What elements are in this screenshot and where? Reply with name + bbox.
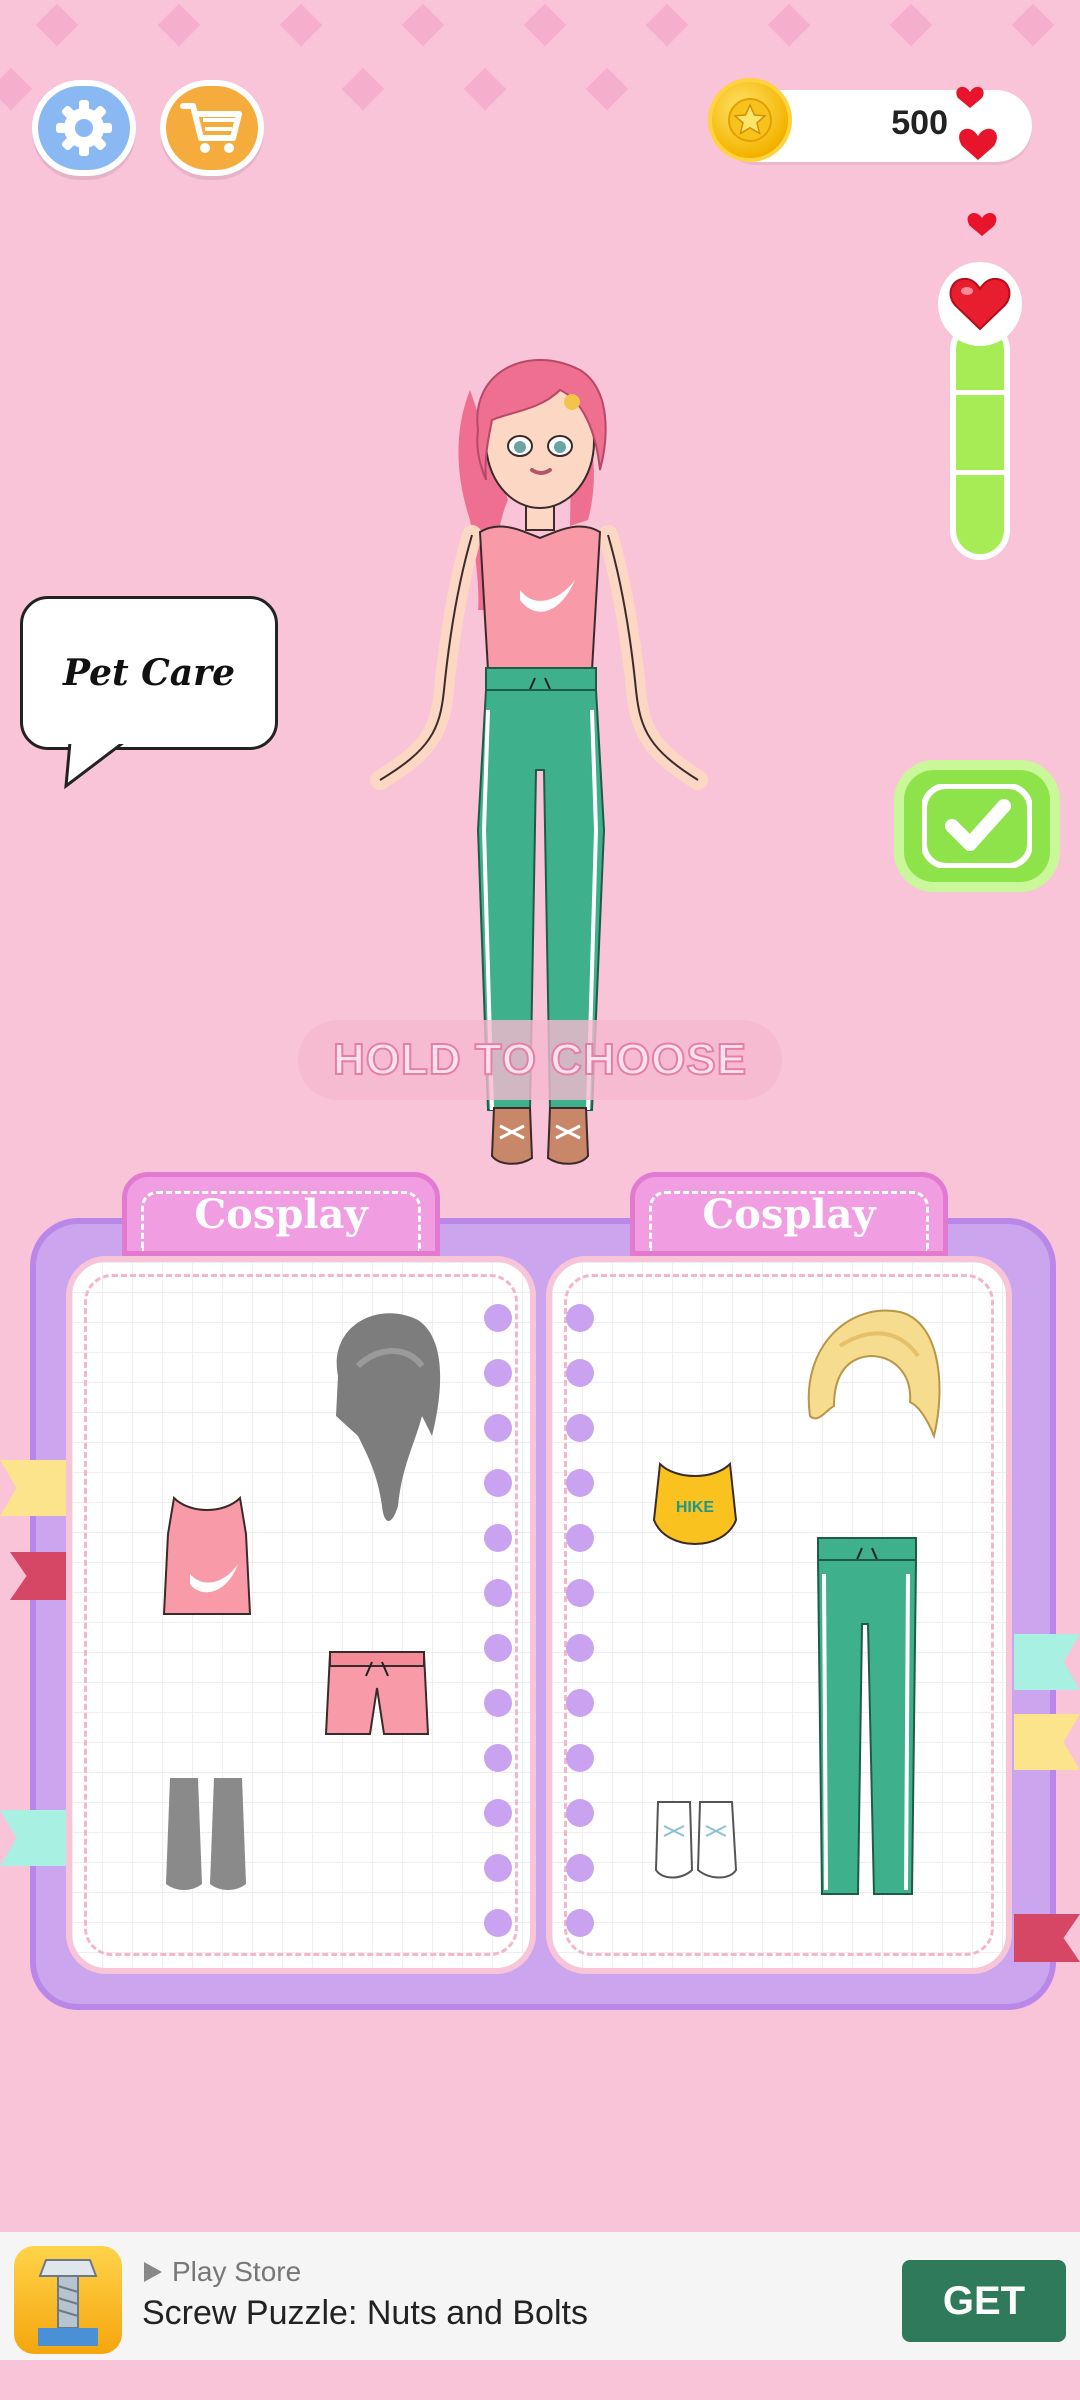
item-white-sneakers[interactable] [652, 1796, 740, 1882]
floating-hearts [956, 86, 997, 236]
cart-icon [180, 103, 242, 153]
wardrobe-page-left [66, 1256, 536, 1974]
checkmark-icon [922, 784, 1032, 868]
binder-rings-left [484, 1304, 514, 1964]
bottom-strip [0, 2360, 1080, 2400]
gear-icon [56, 100, 112, 156]
bookmark-flag [1014, 1634, 1080, 1690]
bookmark-flag [0, 1460, 66, 1516]
ad-get-button[interactable]: GET [902, 2260, 1066, 2342]
bubble-tail [64, 744, 124, 790]
settings-button[interactable] [32, 80, 136, 176]
ad-store-label: Play Store [172, 2256, 302, 2287]
bookmark-flag [0, 1810, 66, 1866]
hold-hint-text: HOLD TO CHOOSE [332, 1034, 748, 1085]
bookmark-flag [1014, 1714, 1080, 1770]
ad-app-icon [14, 2246, 122, 2354]
play-store-icon [144, 2262, 162, 2282]
item-blonde-hair[interactable] [800, 1306, 944, 1446]
bookmark-flag [1014, 1914, 1080, 1962]
star-coin-icon [708, 78, 792, 162]
request-bubble: Pet Care [20, 596, 278, 750]
item-grey-hair[interactable] [318, 1306, 448, 1526]
item-green-track-pants[interactable] [812, 1534, 922, 1904]
request-text: Pet Care [62, 652, 236, 694]
ad-title: Screw Puzzle: Nuts and Bolts [142, 2294, 588, 2332]
binder-rings-right [566, 1304, 596, 1964]
svg-text:HIKE: HIKE [676, 1499, 715, 1516]
item-grey-boots[interactable] [162, 1774, 252, 1894]
ad-banner[interactable]: Play Store Screw Puzzle: Nuts and Bolts … [0, 2232, 1080, 2360]
item-yellow-sports-top[interactable]: HIKE [650, 1460, 740, 1564]
tab-cosplay-left[interactable]: Cosplay [122, 1172, 440, 1256]
item-pink-tank-top[interactable] [160, 1494, 254, 1618]
hold-hint: HOLD TO CHOOSE [298, 1020, 782, 1100]
tab-label: Cosplay [702, 1190, 876, 1238]
shop-button[interactable] [160, 80, 264, 176]
coin-amount: 500 [891, 104, 948, 142]
heart-icon [938, 262, 1022, 346]
item-pink-shorts[interactable] [322, 1646, 432, 1740]
tab-label: Cosplay [194, 1190, 368, 1238]
satisfaction-meter [950, 320, 1010, 560]
tab-cosplay-right[interactable]: Cosplay [630, 1172, 948, 1256]
confirm-button[interactable] [904, 770, 1050, 882]
